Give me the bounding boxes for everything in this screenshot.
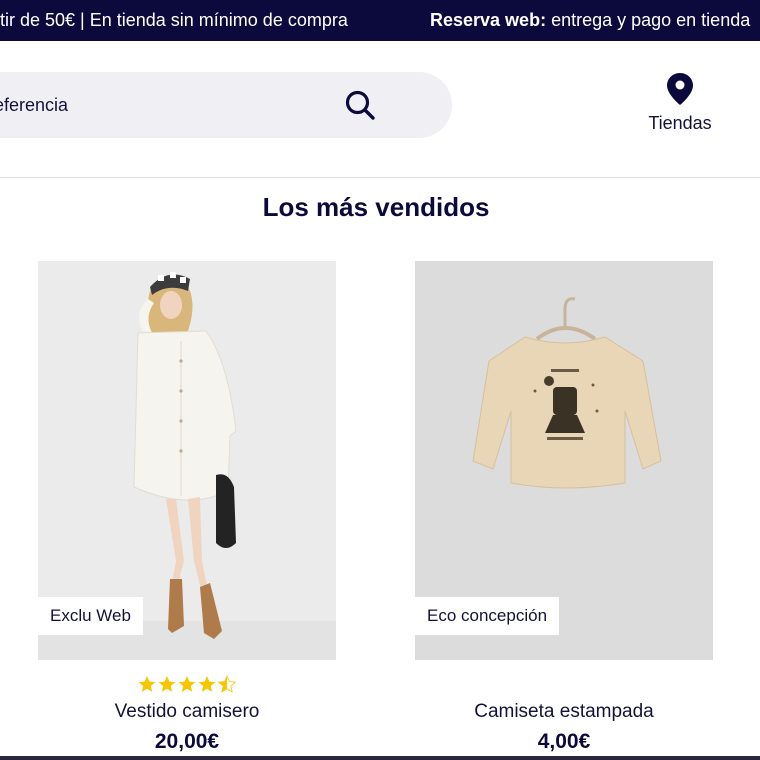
promo-message-web-reservation: Reserva web: entrega y pago en tienda	[430, 0, 750, 41]
stores-label: Tiendas	[648, 113, 712, 133]
search-input[interactable]: eferencia	[0, 72, 68, 138]
stores-link[interactable]: Tiendas	[640, 73, 720, 134]
star-rating-icons	[138, 675, 236, 693]
product-card[interactable]: Eco concepción Camiseta estampada 4,00€	[415, 261, 713, 754]
header-divider	[0, 177, 760, 178]
star-icon	[198, 676, 216, 692]
star-icon	[178, 676, 196, 692]
map-pin-icon	[667, 73, 693, 105]
search-bar[interactable]: eferencia	[0, 72, 452, 138]
product-badge: Eco concepción	[415, 597, 560, 635]
star-icon	[138, 676, 156, 692]
search-icon[interactable]	[344, 89, 376, 121]
product-name[interactable]: Vestido camisero	[38, 701, 336, 723]
site-header: eferencia Tiendas	[0, 41, 760, 178]
product-price: 20,00€	[154, 730, 220, 753]
star-rating	[38, 673, 336, 695]
bottom-edge	[0, 756, 760, 760]
product-image[interactable]: Exclu Web	[38, 261, 336, 660]
product-price: 4,00€	[537, 730, 591, 753]
half-star-icon	[218, 675, 236, 693]
product-card[interactable]: Exclu Web Vestido camisero 20,00€	[38, 261, 336, 754]
promo-message-discount: rtir de 50€ | En tienda sin mínimo de co…	[0, 10, 348, 30]
product-name[interactable]: Camiseta estampada	[415, 701, 713, 723]
promo-message-bold: Reserva web:	[430, 10, 547, 30]
product-image[interactable]: Eco concepción	[415, 261, 713, 660]
section-title: Los más vendidos	[262, 192, 490, 222]
promo-message-rest: entrega y pago en tienda	[546, 10, 751, 30]
star-icon	[158, 676, 176, 692]
product-badge: Exclu Web	[38, 597, 143, 635]
promo-bar: rtir de 50€ | En tienda sin mínimo de co…	[0, 0, 760, 41]
